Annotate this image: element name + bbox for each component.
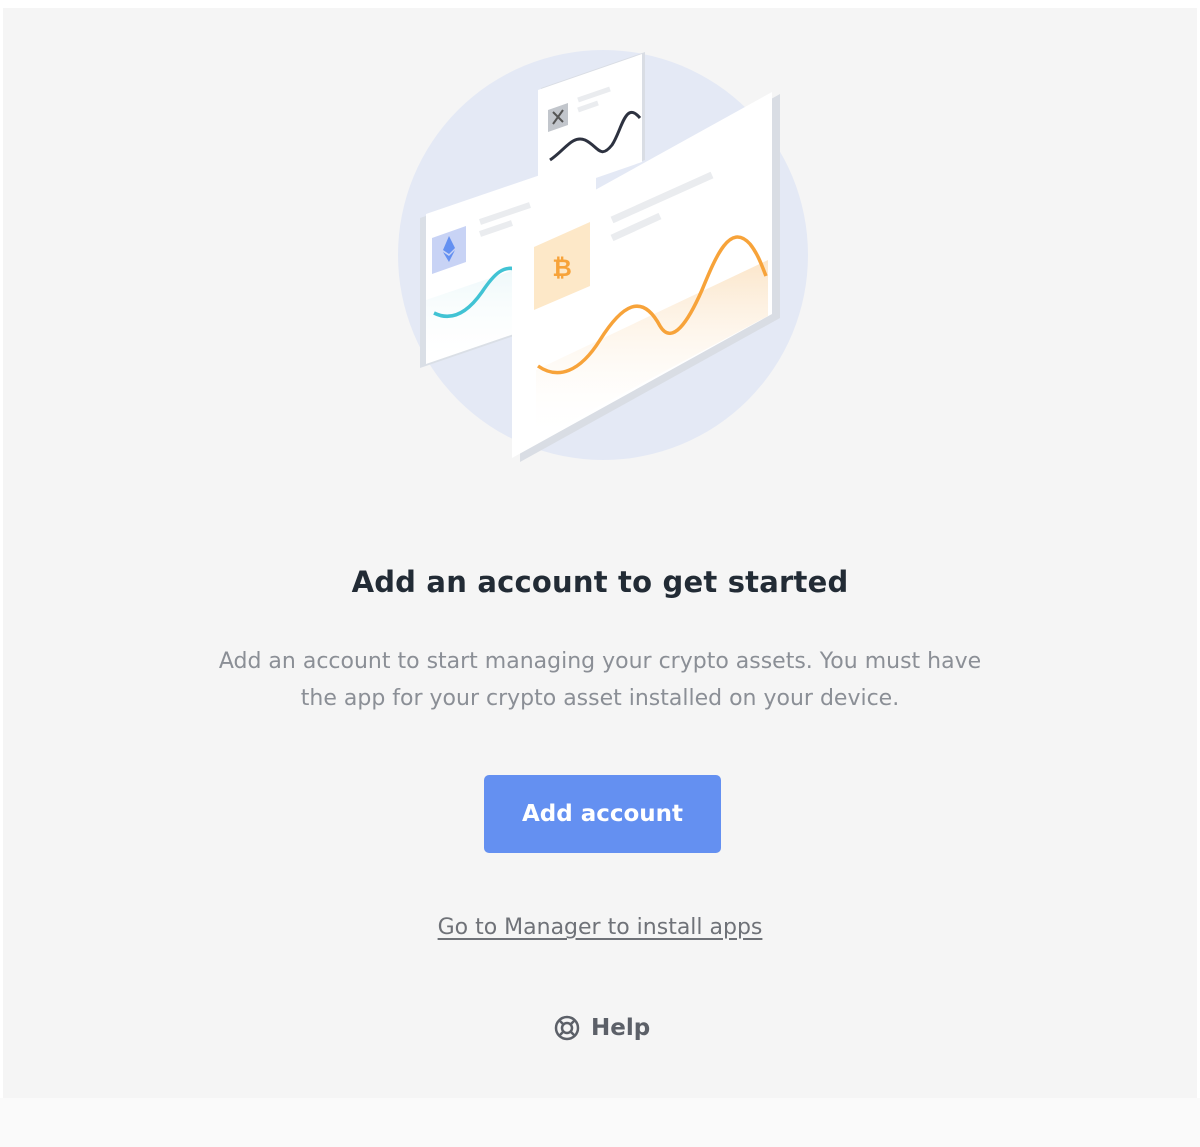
- empty-state-title: Add an account to get started: [351, 565, 849, 599]
- bottom-strip: [0, 1098, 1200, 1147]
- empty-state-description: Add an account to start managing your cr…: [160, 643, 1040, 717]
- accounts-illustration: ₿: [398, 50, 808, 462]
- go-to-manager-link[interactable]: Go to Manager to install apps: [438, 915, 763, 940]
- description-line-1: Add an account to start managing your cr…: [218, 649, 982, 674]
- add-account-button[interactable]: Add account: [484, 775, 721, 853]
- help-label: Help: [591, 1015, 651, 1041]
- manager-link-row: Go to Manager to install apps: [0, 915, 1200, 940]
- svg-text:₿: ₿: [552, 254, 572, 282]
- description-line-2: the app for your crypto asset installed …: [300, 686, 900, 711]
- help-link[interactable]: Help: [553, 1010, 650, 1046]
- lifebuoy-icon: [554, 1015, 580, 1041]
